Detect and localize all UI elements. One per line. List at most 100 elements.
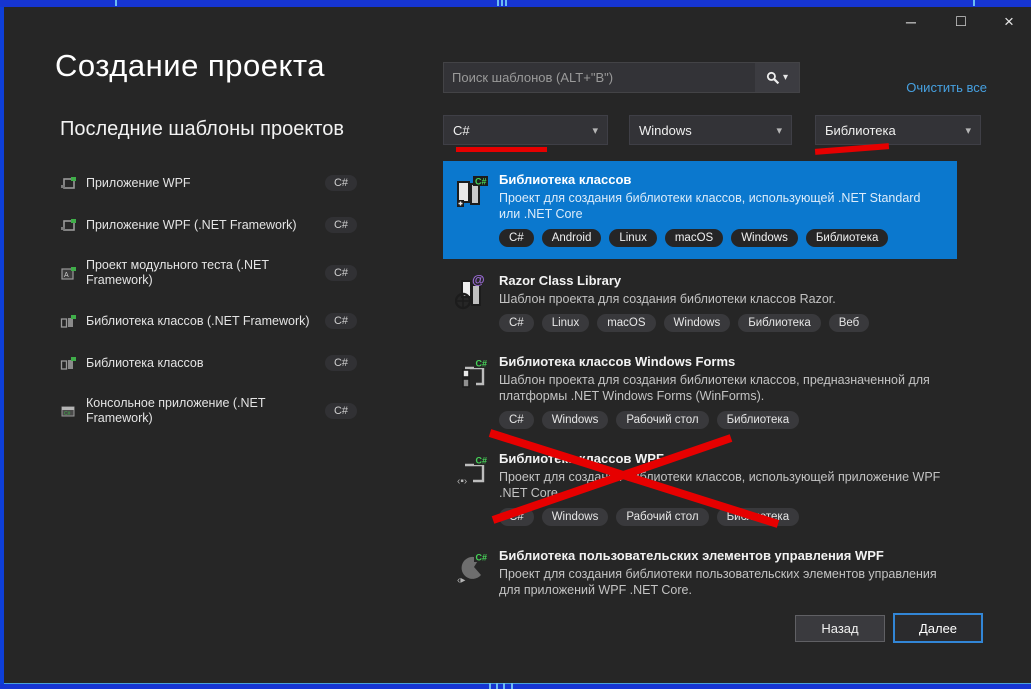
chevron-down-icon: ▾: [592, 124, 598, 137]
template-tag[interactable]: Linux: [609, 229, 657, 247]
template-results-list: C# Библиотека классов Проект для создани…: [443, 161, 957, 602]
language-badge: C#: [325, 355, 357, 371]
template-tag[interactable]: Windows: [664, 314, 731, 332]
desktop-strip-bottom: [0, 683, 1031, 689]
recent-template-label: Консольное приложение (.NET Framework): [86, 396, 325, 426]
template-row[interactable]: C#‹▸ Библиотека пользовательских элемент…: [443, 538, 957, 602]
create-project-dialog: ─ □ × Создание проекта ▾ Очистить все C#…: [0, 0, 1031, 689]
template-tag[interactable]: Библиотека: [806, 229, 889, 247]
template-title: Razor Class Library: [499, 273, 945, 289]
minimize-icon: ─: [906, 14, 916, 30]
desktop-artifact: [505, 0, 507, 6]
template-row[interactable]: C# Библиотека классов Проект для создани…: [443, 161, 957, 259]
recent-template-item[interactable]: C# Консольное приложение (.NET Framework…: [60, 396, 357, 426]
template-tag[interactable]: Библиотека: [717, 508, 800, 526]
desktop-artifact: [115, 0, 117, 6]
desktop-artifact: [496, 683, 498, 689]
minimize-button[interactable]: ─: [896, 10, 926, 34]
svg-text:C#: C#: [64, 411, 71, 417]
template-row[interactable]: C# Библиотека классов Windows Forms Шабл…: [443, 344, 957, 437]
template-tags: C# Android Linux macOS Windows Библиотека: [499, 229, 945, 247]
language-badge: C#: [325, 175, 357, 191]
unit-test-icon: A: [60, 265, 77, 282]
desktop-artifact: [973, 0, 975, 6]
chevron-down-icon: ▾: [965, 124, 971, 137]
template-title: Библиотека классов Windows Forms: [499, 354, 945, 370]
project-type-filter-dropdown[interactable]: Библиотека ▾: [815, 115, 981, 145]
template-tag[interactable]: C#: [499, 411, 534, 429]
recent-template-label: Библиотека классов: [86, 356, 325, 371]
wpf-app-icon: [60, 217, 77, 234]
svg-text:@: @: [472, 275, 485, 287]
template-description: Проект для создания библиотеки классов, …: [499, 469, 945, 501]
svg-text:C#: C#: [476, 359, 488, 369]
maximize-button[interactable]: □: [946, 10, 976, 34]
red-underline-annotation-language: [456, 147, 547, 152]
template-tag[interactable]: C#: [499, 314, 534, 332]
template-tag[interactable]: C#: [499, 229, 534, 247]
template-tag[interactable]: macOS: [597, 314, 655, 332]
template-tag[interactable]: Android: [542, 229, 602, 247]
recent-template-item[interactable]: Библиотека классов (.NET Framework) C#: [60, 312, 357, 330]
clear-all-link[interactable]: Очистить все: [845, 80, 987, 95]
desktop-artifact: [501, 0, 503, 6]
console-app-icon: C#: [60, 403, 77, 420]
template-title: Библиотека пользовательских элементов уп…: [499, 548, 945, 564]
recent-templates-heading: Последние шаблоны проектов: [60, 118, 344, 141]
class-library-icon: [60, 355, 77, 372]
search-button[interactable]: ▾: [755, 63, 799, 92]
next-button[interactable]: Далее: [893, 613, 983, 643]
recent-template-item[interactable]: Библиотека классов C#: [60, 354, 357, 372]
template-description: Шаблон проекта для создания библиотеки к…: [499, 291, 945, 307]
svg-text:C#: C#: [475, 177, 487, 187]
platform-filter-value: Windows: [639, 123, 692, 138]
desktop-artifact: [497, 0, 499, 6]
svg-text:‹▪›: ‹▪›: [457, 476, 467, 487]
platform-filter-dropdown[interactable]: Windows ▾: [629, 115, 792, 145]
project-type-filter-value: Библиотека: [825, 123, 896, 138]
svg-text:C#: C#: [476, 456, 488, 466]
desktop-artifact: [503, 683, 505, 689]
back-button[interactable]: Назад: [795, 615, 885, 642]
class-library-icon: C#: [455, 172, 492, 247]
search-box: ▾: [443, 62, 800, 93]
template-tag[interactable]: Windows: [542, 411, 609, 429]
search-icon: [766, 71, 780, 85]
template-title: Библиотека классов: [499, 172, 945, 188]
chevron-down-icon: ▾: [776, 124, 782, 137]
template-tags: C# Linux macOS Windows Библиотека Веб: [499, 314, 945, 332]
template-tag[interactable]: Linux: [542, 314, 590, 332]
template-tag[interactable]: Windows: [731, 229, 798, 247]
recent-template-item[interactable]: Приложение WPF (.NET Framework) C#: [60, 216, 357, 234]
language-filter-dropdown[interactable]: C# ▾: [443, 115, 608, 145]
template-tags: C# Windows Рабочий стол Библиотека: [499, 508, 945, 526]
class-library-icon: [60, 313, 77, 330]
svg-text:A: A: [64, 272, 69, 279]
template-description: Шаблон проекта для создания библиотеки к…: [499, 372, 945, 404]
recent-template-item[interactable]: A Проект модульного теста (.NET Framewor…: [60, 258, 357, 288]
template-row[interactable]: @ Razor Class Library Шаблон проекта для…: [443, 263, 957, 340]
template-tag[interactable]: Библиотека: [717, 411, 800, 429]
search-caret-icon: ▾: [783, 72, 788, 83]
template-tag[interactable]: Библиотека: [738, 314, 821, 332]
close-button[interactable]: ×: [994, 10, 1024, 34]
recent-template-item[interactable]: Приложение WPF C#: [60, 174, 357, 192]
desktop-artifact: [489, 683, 491, 689]
language-badge: C#: [325, 217, 357, 233]
razor-class-library-icon: @: [455, 273, 492, 332]
template-tag[interactable]: macOS: [665, 229, 723, 247]
template-tag[interactable]: Windows: [542, 508, 609, 526]
search-input[interactable]: [443, 62, 800, 93]
template-tag[interactable]: Рабочий стол: [616, 411, 708, 429]
template-tags: C# Windows Рабочий стол Библиотека: [499, 411, 945, 429]
svg-text:‹▸: ‹▸: [457, 575, 465, 586]
wpf-app-icon: [60, 175, 77, 192]
recent-template-label: Приложение WPF: [86, 176, 325, 191]
template-tag[interactable]: Веб: [829, 314, 870, 332]
template-tag[interactable]: Рабочий стол: [616, 508, 708, 526]
wpf-usercontrol-library-icon: C#‹▸: [455, 548, 492, 602]
recent-templates-list: Приложение WPF C# Приложение WPF (.NET F…: [60, 174, 357, 450]
template-row-crossed-out[interactable]: C#‹▪› Библиотека классов WPF Проект для …: [443, 441, 957, 534]
template-tag[interactable]: C#: [499, 508, 534, 526]
template-description: Проект для создания библиотеки пользоват…: [499, 566, 945, 598]
